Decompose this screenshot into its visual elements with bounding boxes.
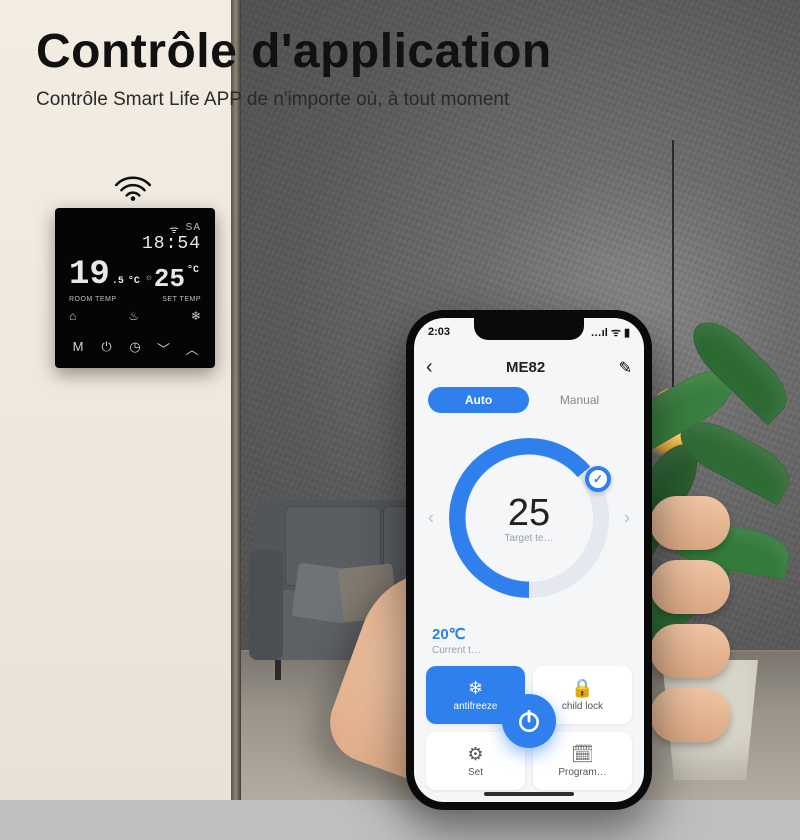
gear-icon: ⚙ (467, 745, 483, 763)
room-temp-decimal: .5 (112, 276, 124, 287)
scene-backdrop (0, 0, 800, 800)
mode-auto[interactable]: Auto (428, 387, 529, 413)
current-temp-value: 20℃ (432, 625, 626, 643)
thermostat-time: 18:54 (69, 234, 201, 254)
mode-icon: ⌂ (69, 309, 76, 323)
wall-corner (231, 0, 241, 800)
app-screen: ‹ ME82 ✎ Auto Manual ‹ 25 (414, 318, 644, 802)
current-temp-label: Current t… (432, 645, 626, 656)
tile-childlock-label: child lock (562, 701, 603, 712)
headline-block: Contrôle d'application Contrôle Smart Li… (36, 24, 780, 111)
room-temp-value: 19 (69, 256, 110, 294)
wifi-icon (112, 170, 154, 202)
smartphone: 2:03 …ıl ᯤ ▮ ‹ ME82 ✎ Auto Manual ‹ (406, 310, 652, 810)
tile-antifreeze-label: antifreeze (454, 701, 498, 712)
status-icons: …ıl ᯤ ▮ (591, 325, 630, 340)
thermostat-menu-button[interactable]: M (69, 339, 87, 358)
tile-program-label: Program… (558, 767, 606, 778)
app-title: ME82 (506, 359, 545, 376)
back-button[interactable]: ‹ (426, 356, 433, 379)
phone-notch (474, 318, 584, 340)
mode-manual[interactable]: Manual (529, 387, 630, 413)
flame-icon: ♨ (128, 309, 139, 323)
thermostat-down-button[interactable]: ﹀ (155, 339, 173, 358)
app-header: ‹ ME82 ✎ (414, 352, 644, 387)
home-indicator[interactable] (484, 792, 574, 796)
tile-set-label: Set (468, 767, 483, 778)
power-button[interactable] (502, 694, 556, 748)
calendar-icon: 🗓 (571, 745, 594, 763)
tile-program[interactable]: 🗓 Program… (533, 732, 632, 790)
mode-toggle: Auto Manual (414, 387, 644, 413)
target-temp-label: Target te… (505, 533, 554, 544)
set-temp-unit: °C (187, 266, 199, 276)
current-temp-block: 20℃ Current t… (414, 623, 644, 666)
power-icon (516, 708, 542, 734)
status-time: 2:03 (428, 326, 450, 338)
temp-increase[interactable]: › (618, 502, 636, 535)
headline-subtitle: Contrôle Smart Life APP de n'importe où,… (36, 89, 780, 111)
target-temp-value: 25 (508, 492, 550, 535)
thermostat-power-button[interactable]: ⏻ (98, 339, 116, 358)
temp-decrease[interactable]: ‹ (422, 502, 440, 535)
thermostat-up-button[interactable]: ︿ (183, 339, 201, 358)
beige-wall (0, 0, 235, 800)
lock-icon: 🔒 (571, 679, 593, 697)
room-temp-unit: °C (128, 276, 140, 287)
set-temp-value: 25 (154, 266, 185, 292)
snow-icon: ❄ (191, 309, 201, 323)
sun-icon: ☼ (146, 274, 152, 284)
set-temp-label: SET TEMP (162, 296, 201, 303)
snowflake-icon: ❄ (468, 679, 483, 697)
temperature-dial[interactable]: 25 Target te… (449, 438, 609, 598)
thermostat-clock-button[interactable]: ◷ (126, 339, 144, 358)
edit-button[interactable]: ✎ (619, 358, 632, 378)
thermostat-day: SA (186, 222, 201, 236)
thermostat-device: ᯤ SA 18:54 19.5°C ☼ 25°C ROOM TEMP SET T… (55, 208, 215, 368)
room-temp-label: ROOM TEMP (69, 296, 117, 303)
headline-title: Contrôle d'application (36, 24, 780, 79)
